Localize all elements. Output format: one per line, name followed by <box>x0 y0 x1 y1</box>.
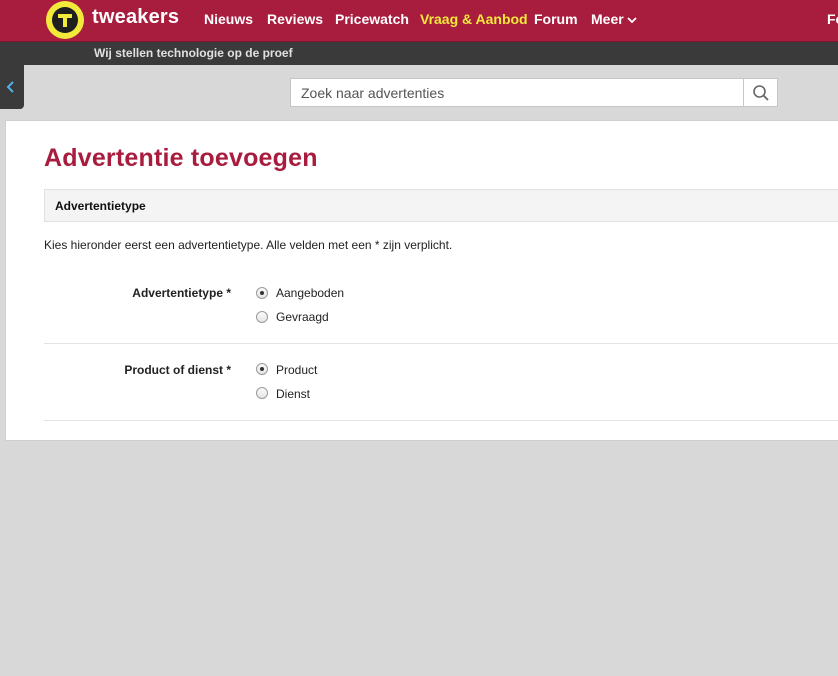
search-input[interactable] <box>290 78 744 107</box>
intro-text: Kies hieronder eerst een advertentietype… <box>44 238 453 252</box>
nav-item-meer-label: Meer <box>591 11 624 27</box>
radio-label-dienst[interactable]: Dienst <box>276 387 310 401</box>
logo-inner-mark <box>52 7 78 33</box>
nav-item-nieuws[interactable]: Nieuws <box>204 11 253 27</box>
radio-aangeboden[interactable] <box>256 287 268 299</box>
section-header-label: Advertentietype <box>55 199 146 213</box>
nav-item-forum[interactable]: Forum <box>534 11 578 27</box>
field-label-product-of-dienst: Product of dienst * <box>124 363 231 377</box>
field-divider <box>44 343 838 344</box>
tagline: Wij stellen technologie op de proef <box>94 46 293 60</box>
nav-item-forum-cut[interactable]: Fo <box>827 11 838 27</box>
logo-text[interactable]: tweakers <box>92 6 179 29</box>
radio-label-gevraagd[interactable]: Gevraagd <box>276 310 329 324</box>
field-label-advertentietype: Advertentietype * <box>132 286 231 300</box>
page-title: Advertentie toevoegen <box>44 144 318 172</box>
search-button[interactable] <box>743 78 778 107</box>
radio-dienst[interactable] <box>256 387 268 399</box>
sidebar-toggle-button[interactable] <box>0 65 24 109</box>
field-divider <box>44 420 838 421</box>
search-icon <box>753 85 769 101</box>
radio-label-product[interactable]: Product <box>276 363 317 377</box>
chevron-left-icon <box>6 81 14 93</box>
nav-item-meer[interactable]: Meer <box>591 11 637 27</box>
nav-item-pricewatch[interactable]: Pricewatch <box>335 11 409 27</box>
nav-item-vraag-aanbod[interactable]: Vraag & Aanbod <box>420 11 528 27</box>
top-navigation-bar: tweakers Nieuws Reviews Pricewatch Vraag… <box>0 0 838 42</box>
radio-label-aangeboden[interactable]: Aangeboden <box>276 286 344 300</box>
radio-gevraagd[interactable] <box>256 311 268 323</box>
section-header: Advertentietype <box>44 189 838 222</box>
tagline-bar: Wij stellen technologie op de proef <box>0 42 838 65</box>
radio-product[interactable] <box>256 363 268 375</box>
chevron-down-icon <box>627 17 637 24</box>
tweakers-logo-icon[interactable] <box>46 1 84 39</box>
nav-item-reviews[interactable]: Reviews <box>267 11 323 27</box>
